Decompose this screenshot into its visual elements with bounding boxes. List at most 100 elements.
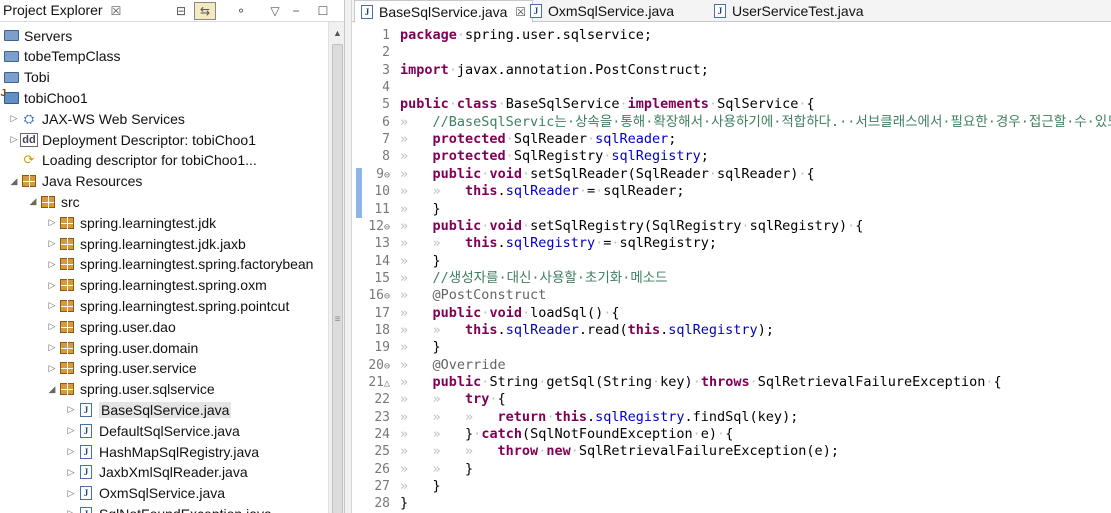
tree-item[interactable]: ▷ spring.user.domain <box>0 337 328 358</box>
collapsed-icon[interactable]: ▷ <box>46 342 58 353</box>
line-number: 24 <box>374 427 390 443</box>
focus-icon[interactable]: ⚬ <box>232 3 250 19</box>
editor-tab[interactable]: J BaseSqlService.java ☒ <box>354 0 534 23</box>
tree-item[interactable]: tobiChoo1 <box>0 87 328 108</box>
tree-item[interactable]: ▷ spring.user.dao <box>0 316 328 337</box>
package-icon <box>58 319 76 335</box>
scroll-thumb[interactable] <box>332 44 343 513</box>
tree-item[interactable]: ◢ Java Resources <box>0 171 328 192</box>
expanded-icon[interactable]: ◢ <box>8 176 20 187</box>
collapsed-icon[interactable]: ▷ <box>46 217 58 228</box>
tree-item[interactable]: Servers <box>0 25 328 46</box>
maximize-icon[interactable]: ☐ <box>314 3 332 19</box>
tree-item-label: spring.learningtest.spring.pointcut <box>80 297 290 314</box>
collapsed-icon[interactable]: ▷ <box>8 134 20 145</box>
collapsed-icon[interactable]: ▷ <box>65 488 77 499</box>
collapsed-icon[interactable]: ▷ <box>46 259 58 270</box>
tree-item[interactable]: ▷ spring.user.service <box>0 358 328 379</box>
tree-item[interactable]: ▷ spring.learningtest.spring.factorybean <box>0 254 328 275</box>
tree-item[interactable]: ▷ dd Deployment Descriptor: tobiChoo1 <box>0 129 328 150</box>
editor-tab[interactable]: J UserServiceTest.java <box>708 0 870 22</box>
pane-splitter[interactable] <box>345 0 352 513</box>
tree-item[interactable]: ▷ J OxmSqlService.java <box>0 483 328 504</box>
collapsed-icon[interactable]: ▷ <box>65 467 77 478</box>
collapsed-icon[interactable]: ▷ <box>65 404 77 415</box>
line-number: 14 <box>374 253 390 269</box>
tree-item[interactable]: ▷ ⛭ JAX-WS Web Services <box>0 108 328 129</box>
tree-item[interactable]: ▷ spring.learningtest.jdk.jaxb <box>0 233 328 254</box>
explorer-scrollbar[interactable]: ▲ ≡ <box>328 22 344 513</box>
collapsed-icon[interactable]: ▷ <box>65 446 77 457</box>
line-number: 13 <box>374 236 390 252</box>
scroll-up-icon[interactable]: ▲ <box>329 28 344 38</box>
package-icon <box>58 277 76 293</box>
tree-item[interactable]: ▷ spring.learningtest.jdk <box>0 212 328 233</box>
collapsed-icon[interactable]: ▷ <box>46 321 58 332</box>
project-tree: ServerstobeTempClassTobitobiChoo1▷⛭JAX-W… <box>0 22 328 513</box>
tree-item[interactable]: ▷ J HashMapSqlRegistry.java <box>0 441 328 462</box>
code-line: » } <box>400 339 441 356</box>
explorer-title: Project Explorer ☒ <box>3 2 121 18</box>
fold-icon[interactable]: ⊖ <box>384 291 390 302</box>
code-line: import·javax.annotation.PostConstruct; <box>400 61 709 78</box>
collapsed-icon[interactable]: ▷ <box>46 280 58 291</box>
java-file-icon: J <box>530 4 542 18</box>
code-area[interactable]: 1 package·spring.user.sqlservice; 2 3 import… <box>352 22 1111 513</box>
explorer-header: Project Explorer ☒ ⊟ ⇆ ⚬ ▽ − ☐ <box>0 0 344 22</box>
tree-item[interactable]: ▷ spring.learningtest.spring.pointcut <box>0 295 328 316</box>
tree-item[interactable]: ▷J SqlNotFoundException.java <box>0 503 328 513</box>
code-line: » } <box>400 252 441 269</box>
minimize-icon[interactable]: − <box>287 3 305 19</box>
tree-item[interactable]: ◢ spring.user.sqlservice <box>0 379 328 400</box>
code-line: » » » return·this.sqlRegistry.findSql(ke… <box>400 408 799 425</box>
fold-icon[interactable]: ⊖ <box>384 170 390 181</box>
tree-item-label: spring.learningtest.jdk.jaxb <box>80 235 246 252</box>
line-number: 25 <box>374 444 390 460</box>
java-file-icon: J <box>77 423 95 439</box>
code-line: » //생성자를·대신·사용할·초기화·메소드 <box>400 269 668 286</box>
java-file-icon: J <box>361 4 373 19</box>
override-icon[interactable]: △ <box>384 378 390 389</box>
tree-item[interactable]: ▷ spring.learningtest.spring.oxm <box>0 275 328 296</box>
code-line: » » » throw·new·SqlRetrievalFailureExcep… <box>400 443 839 460</box>
collapsed-icon[interactable]: ▷ <box>46 363 58 374</box>
collapsed-icon[interactable]: ▷ <box>65 425 77 436</box>
tree-item[interactable]: ▷ J JaxbXmlSqlReader.java <box>0 462 328 483</box>
line-number: 6 <box>382 114 390 130</box>
link-with-editor-icon[interactable]: ⇆ <box>194 2 216 20</box>
collapsed-icon[interactable]: ▷ <box>46 238 58 249</box>
editor-tab[interactable]: J OxmSqlService.java <box>524 0 680 22</box>
tree-item[interactable]: ▷ J BaseSqlService.java <box>0 399 328 420</box>
tree-item[interactable]: tobeTempClass <box>0 46 328 67</box>
package-icon <box>58 381 76 397</box>
line-number: 5 <box>382 97 390 113</box>
tree-item-label: JAX-WS Web Services <box>42 110 185 127</box>
collapse-all-icon[interactable]: ⊟ <box>172 3 190 19</box>
code-line: » » this.sqlRegistry·=·sqlRegistry; <box>400 235 718 252</box>
package-icon <box>58 340 76 356</box>
fold-icon[interactable]: ⊖ <box>384 361 390 372</box>
collapsed-icon[interactable]: ▷ <box>46 300 58 311</box>
fold-icon[interactable]: ⊖ <box>384 222 390 233</box>
collapsed-icon[interactable]: ▷ <box>65 508 77 513</box>
line-number: 20⊖ <box>368 357 390 373</box>
line-number: 9⊖ <box>376 166 390 182</box>
view-menu-icon[interactable]: ▽ <box>266 3 284 19</box>
close-icon[interactable]: ☒ <box>111 4 122 18</box>
tree-item[interactable]: Tobi <box>0 67 328 88</box>
java-file-icon: J <box>77 444 95 460</box>
tree-item[interactable]: ◢ src <box>0 191 328 212</box>
line-number: 7 <box>382 132 390 148</box>
tree-item-label: spring.learningtest.jdk <box>80 214 217 231</box>
expanded-icon[interactable]: ◢ <box>27 196 39 207</box>
code-line: package·spring.user.sqlservice; <box>400 27 652 43</box>
expanded-icon[interactable]: ◢ <box>46 384 58 395</box>
collapsed-icon[interactable]: ▷ <box>8 113 20 124</box>
tree-item-label: Java Resources <box>42 173 143 190</box>
tree-item[interactable]: ⟳ Loading descriptor for tobiChoo1... <box>0 150 328 171</box>
line-number: 15 <box>374 270 390 286</box>
editor-tab-label: BaseSqlService.java <box>379 3 508 20</box>
tree-item[interactable]: ▷ J DefaultSqlService.java <box>0 420 328 441</box>
tree-item-label: spring.user.domain <box>80 339 199 356</box>
line-number: 26 <box>374 461 390 477</box>
